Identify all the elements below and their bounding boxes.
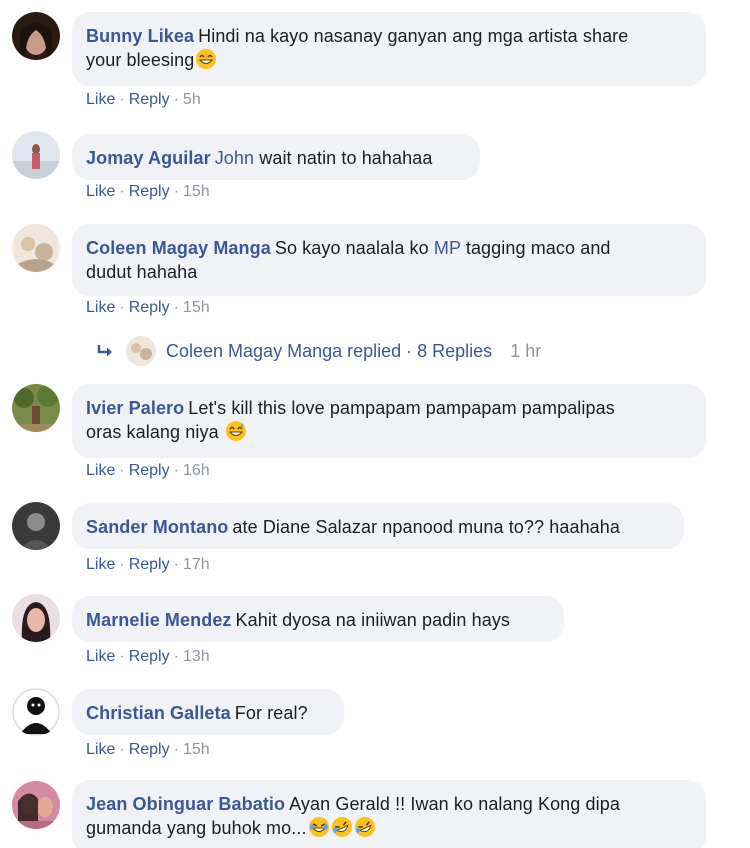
comment-bubble: Marnelie Mendez Kahit dyosa na iniiwan pa… bbox=[72, 596, 564, 642]
commenter-name[interactable]: Ivier Palero bbox=[86, 398, 184, 418]
comment-bubble: Sander Montano ate Diane Salazar npanood … bbox=[72, 503, 684, 549]
comment-actions: Like · Reply · 15h bbox=[86, 740, 210, 760]
reply-link[interactable]: Reply bbox=[129, 91, 170, 108]
comment-bubble: Bunny Likea Hindi na kayo nasanay ganyan … bbox=[72, 12, 706, 86]
comment-text: gumanda yang buhok mo... bbox=[86, 818, 307, 838]
like-link[interactable]: Like bbox=[86, 91, 115, 108]
commenter-name[interactable]: Coleen Magay Manga bbox=[86, 238, 271, 258]
avatar[interactable] bbox=[12, 781, 60, 829]
avatar[interactable] bbox=[12, 224, 60, 272]
avatar[interactable] bbox=[12, 12, 60, 60]
timestamp[interactable]: 17h bbox=[183, 556, 210, 573]
avatar[interactable] bbox=[12, 131, 60, 179]
separator: · bbox=[173, 556, 179, 573]
separator: · bbox=[173, 183, 179, 200]
separator: · bbox=[119, 648, 125, 665]
mention-link[interactable]: John bbox=[215, 148, 254, 168]
comment-text: Hindi na kayo nasanay ganyan ang mga art… bbox=[198, 26, 629, 46]
separator: · bbox=[173, 648, 179, 665]
timestamp[interactable]: 13h bbox=[183, 648, 210, 665]
commenter-name[interactable]: Jean Obinguar Babatio bbox=[86, 794, 285, 814]
separator: · bbox=[119, 91, 125, 108]
timestamp[interactable]: 15h bbox=[183, 741, 210, 758]
comment-bubble: Coleen Magay Manga So kayo naalala ko MP … bbox=[72, 224, 706, 296]
reply-arrow-icon bbox=[97, 345, 112, 357]
comment-text: Ayan Gerald !! Iwan ko nalang Kong dipa bbox=[289, 794, 620, 814]
replies-time: 1 hr bbox=[510, 341, 542, 361]
reply-link[interactable]: Reply bbox=[129, 299, 170, 316]
comment-text: So kayo naalala ko bbox=[274, 238, 429, 258]
commenter-name[interactable]: Bunny Likea bbox=[86, 26, 194, 46]
comment-text: For real? bbox=[234, 703, 308, 723]
comment-text: dudut hahaha bbox=[86, 262, 198, 282]
separator: · bbox=[119, 462, 125, 479]
reply-link[interactable]: Reply bbox=[129, 741, 170, 758]
comment-text: wait natin to hahahaa bbox=[259, 148, 433, 168]
joy-emoji-icon bbox=[308, 817, 329, 837]
separator: · bbox=[173, 462, 179, 479]
avatar[interactable] bbox=[12, 502, 60, 550]
comment-bubble: Christian Galleta For real? bbox=[72, 689, 344, 735]
rofl-emoji-icon bbox=[331, 817, 352, 837]
commenter-name[interactable]: Sander Montano bbox=[86, 517, 228, 537]
like-link[interactable]: Like bbox=[86, 183, 115, 200]
commenter-name[interactable]: Marnelie Mendez bbox=[86, 610, 232, 630]
reply-link[interactable]: Reply bbox=[129, 556, 170, 573]
view-replies-link[interactable]: Coleen Magay Manga replied · 8 Replies 1… bbox=[96, 336, 541, 366]
reply-link[interactable]: Reply bbox=[129, 648, 170, 665]
separator: · bbox=[173, 91, 179, 108]
comment-text: oras kalang niya bbox=[86, 422, 219, 442]
timestamp[interactable]: 15h bbox=[183, 183, 210, 200]
smile-emoji-icon bbox=[196, 49, 217, 69]
timestamp[interactable]: 5h bbox=[183, 91, 201, 108]
separator: · bbox=[119, 299, 125, 316]
reply-link[interactable]: Reply bbox=[129, 462, 170, 479]
comment-text: Let's kill this love pampapam pampapam p… bbox=[188, 398, 615, 418]
avatar[interactable] bbox=[12, 384, 60, 432]
avatar[interactable] bbox=[12, 594, 60, 642]
comment-actions: Like · Reply · 13h bbox=[86, 647, 210, 667]
comment-bubble: Jomay Aguilar John wait natin to hahahaa bbox=[72, 134, 480, 180]
comment-actions: Like · Reply · 15h bbox=[86, 182, 210, 202]
separator: · bbox=[119, 183, 125, 200]
like-link[interactable]: Like bbox=[86, 556, 115, 573]
comment-actions: Like · Reply · 15h bbox=[86, 298, 210, 318]
like-link[interactable]: Like bbox=[86, 648, 115, 665]
comment-bubble: Jean Obinguar Babatio Ayan Gerald !! Iwan… bbox=[72, 780, 706, 848]
comment-actions: Like · Reply · 17h bbox=[86, 555, 210, 575]
like-link[interactable]: Like bbox=[86, 741, 115, 758]
replies-summary[interactable]: Coleen Magay Manga replied · 8 Replies bbox=[166, 336, 492, 366]
separator: · bbox=[173, 741, 179, 758]
rofl-emoji-icon bbox=[354, 817, 375, 837]
comment-text: ate Diane Salazar npanood muna to?? haah… bbox=[232, 517, 621, 537]
mention-link[interactable]: MP bbox=[434, 238, 461, 258]
sweat-smile-emoji-icon bbox=[225, 421, 246, 441]
like-link[interactable]: Like bbox=[86, 299, 115, 316]
reply-link[interactable]: Reply bbox=[129, 183, 170, 200]
comment-actions: Like · Reply · 5h bbox=[86, 90, 201, 110]
like-link[interactable]: Like bbox=[86, 462, 115, 479]
commenter-name[interactable]: Jomay Aguilar bbox=[86, 148, 211, 168]
separator: · bbox=[119, 741, 125, 758]
comment-bubble: Ivier Palero Let's kill this love pampapa… bbox=[72, 384, 706, 458]
comment-actions: Like · Reply · 16h bbox=[86, 461, 210, 481]
reply-avatar bbox=[126, 336, 156, 366]
timestamp[interactable]: 15h bbox=[183, 299, 210, 316]
comment-text: your bleesing bbox=[86, 50, 195, 70]
commenter-name[interactable]: Christian Galleta bbox=[86, 703, 231, 723]
comment-text: tagging maco and bbox=[465, 238, 611, 258]
separator: · bbox=[119, 556, 125, 573]
avatar[interactable] bbox=[12, 688, 60, 736]
timestamp[interactable]: 16h bbox=[183, 462, 210, 479]
separator: · bbox=[173, 299, 179, 316]
comment-text: Kahit dyosa na iniiwan padin hays bbox=[235, 610, 511, 630]
